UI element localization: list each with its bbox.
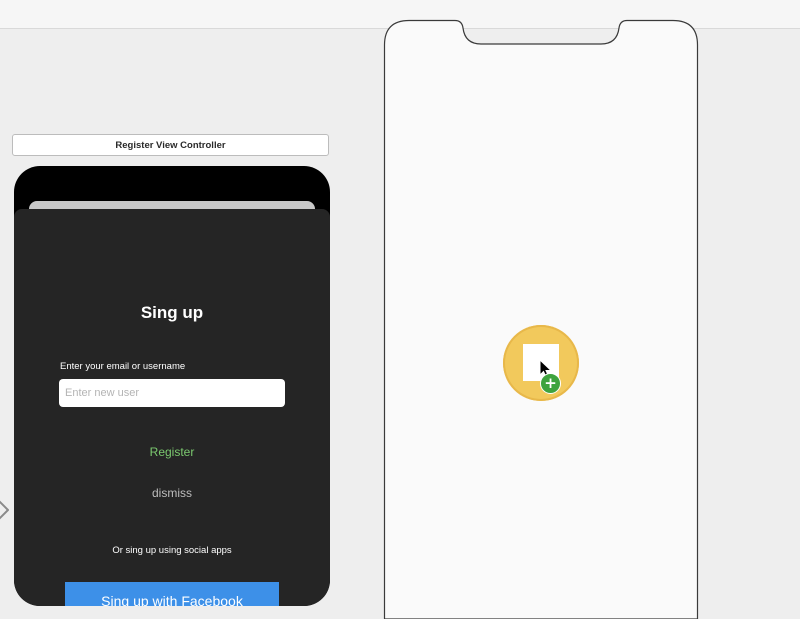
scene-title: Register View Controller — [115, 139, 226, 151]
facebook-signup-label: Sing up with Facebook — [101, 593, 243, 606]
dismiss-button[interactable]: dismiss — [14, 486, 330, 500]
add-object-icon[interactable]: + — [503, 325, 579, 401]
new-user-input[interactable] — [59, 379, 285, 407]
register-view-controller[interactable]: Sing up Enter your email or username Reg… — [14, 166, 330, 606]
plus-circle-icon: + — [540, 373, 561, 394]
facebook-signup-button[interactable]: Sing up with Facebook — [65, 582, 279, 606]
register-sheet: Sing up Enter your email or username Reg… — [14, 209, 330, 606]
email-field-label: Enter your email or username — [60, 361, 186, 372]
arrow-right-icon[interactable] — [0, 498, 12, 522]
social-signup-label: Or sing up using social apps — [112, 545, 232, 556]
scene-title-bar[interactable]: Register View Controller — [12, 134, 329, 156]
register-button[interactable]: Register — [14, 445, 330, 459]
signup-title: Sing up — [140, 303, 204, 322]
empty-view-controller[interactable] — [383, 19, 699, 619]
